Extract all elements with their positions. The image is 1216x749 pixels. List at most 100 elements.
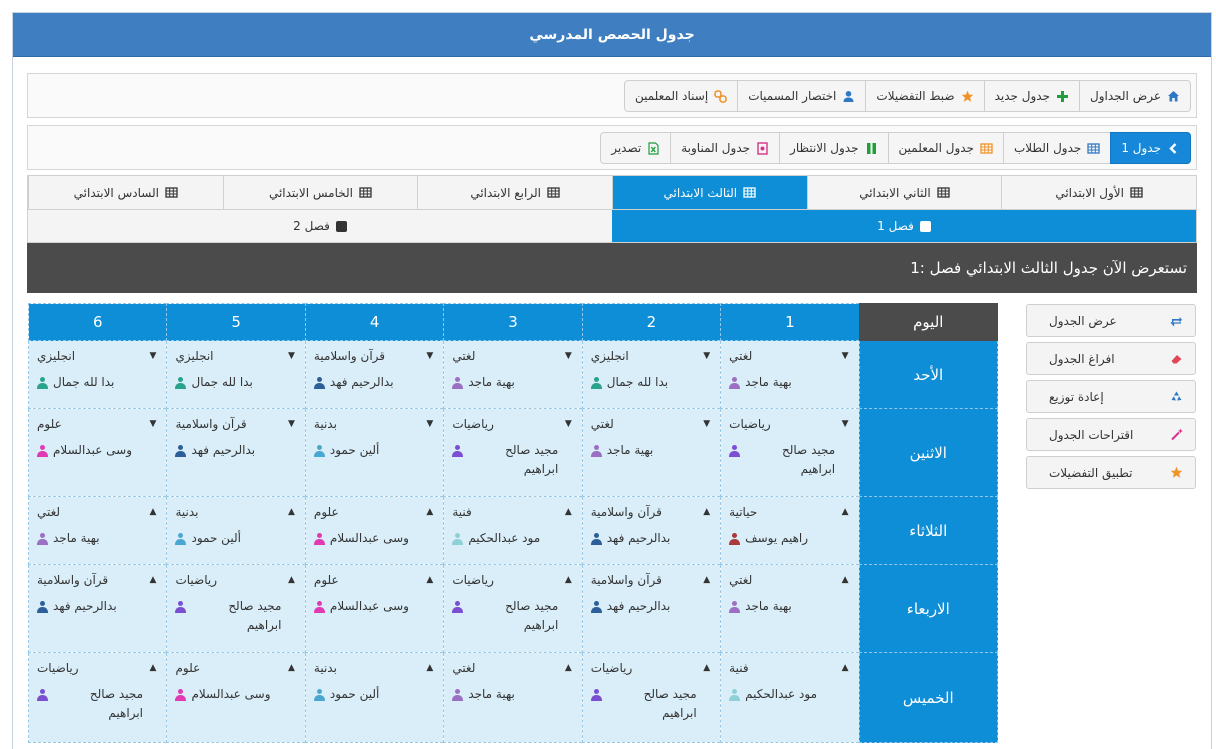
tab-grade-3[interactable]: الثالث الابتدائي — [611, 176, 807, 209]
lesson-cell[interactable]: قرآن واسلامية ▲ بدالرحيم فهد — [581, 564, 722, 653]
lesson-cell[interactable]: لغتي ▼ بهية ماجد — [581, 408, 722, 497]
abbreviate-names-button[interactable]: اختصار المسميات — [737, 80, 867, 112]
tab-class-1[interactable]: فصل 1 — [612, 210, 1196, 242]
assign-teachers-button[interactable]: إسناد المعلمين — [623, 80, 739, 112]
teachers-schedule-button[interactable]: جدول المعلمين — [887, 132, 1004, 164]
duty-schedule-button[interactable]: جدول المناوبة — [670, 132, 781, 164]
tab-grade-6[interactable]: السادس الابتدائي — [27, 176, 223, 209]
caret-up-icon[interactable]: ▲ — [426, 575, 433, 585]
lesson-cell[interactable]: رياضيات ▲ مجيد صالح ابراهيم — [27, 652, 168, 743]
lesson-cell[interactable]: لغتي ▲ بهية ماجد — [720, 564, 860, 653]
lesson-cell[interactable]: علوم ▲ وسى عبدالسلام — [304, 564, 445, 653]
caret-up-icon[interactable]: ▲ — [150, 507, 157, 517]
caret-up-icon[interactable]: ▲ — [565, 575, 572, 585]
tab-grade-5[interactable]: الخامس الابتدائي — [222, 176, 418, 209]
teacher-name: مجيد صالح ابراهيم — [505, 599, 559, 632]
lesson-cell[interactable]: قرآن واسلامية ▲ بدالرحيم فهد — [581, 496, 722, 565]
export-button[interactable]: تصدير — [600, 132, 672, 164]
lesson-cell[interactable]: رياضيات ▲ مجيد صالح ابراهيم — [166, 564, 306, 653]
lesson-cell[interactable]: رياضيات ▲ مجيد صالح ابراهيم — [581, 652, 722, 743]
lesson-cell[interactable]: انجليزي ▼ بدا لله جمال — [27, 340, 168, 409]
schedule-suggestions-button[interactable]: اقتراحات الجدول — [1026, 418, 1196, 451]
caret-down-icon[interactable]: ▼ — [842, 351, 849, 361]
caret-down-icon[interactable]: ▼ — [426, 351, 433, 361]
caret-up-icon[interactable]: ▲ — [426, 663, 433, 673]
caret-down-icon[interactable]: ▼ — [703, 419, 710, 429]
caret-up-icon[interactable]: ▲ — [426, 507, 433, 517]
caret-down-icon[interactable]: ▼ — [288, 351, 295, 361]
schedule-1-button[interactable]: جدول 1 — [1110, 132, 1191, 164]
eraser-icon — [1170, 352, 1183, 365]
user-icon — [313, 445, 325, 457]
lesson-cell[interactable]: علوم ▲ وسى عبدالسلام — [304, 496, 445, 565]
clear-schedule-button[interactable]: افراغ الجدول — [1026, 342, 1196, 375]
redistribute-button[interactable]: إعادة توزيع — [1026, 380, 1196, 413]
new-schedule-button[interactable]: جدول جديد — [983, 80, 1080, 112]
lesson-cell[interactable]: علوم ▼ وسى عبدالسلام — [27, 408, 168, 497]
tab-grade-4[interactable]: الرابع الابتدائي — [417, 176, 612, 209]
caret-down-icon[interactable]: ▼ — [565, 419, 572, 429]
tab-grade-label: الثالث الابتدائي — [663, 185, 738, 200]
caret-down-icon[interactable]: ▼ — [842, 419, 849, 429]
tab-class-2[interactable]: فصل 2 — [28, 210, 612, 242]
students-schedule-button[interactable]: جدول الطلاب — [1002, 132, 1112, 164]
excel-file-icon — [647, 141, 660, 155]
caret-up-icon[interactable]: ▲ — [842, 663, 849, 673]
caret-up-icon[interactable]: ▲ — [703, 663, 710, 673]
lesson-cell[interactable]: فنية ▲ مود عبدالحكيم — [443, 496, 583, 565]
lesson-cell[interactable]: رياضيات ▼ مجيد صالح ابراهيم — [720, 408, 860, 497]
caret-down-icon[interactable]: ▼ — [703, 351, 710, 361]
caret-up-icon[interactable]: ▲ — [842, 575, 849, 585]
lesson-cell[interactable]: حياتية ▲ راهيم يوسف — [720, 496, 860, 565]
tab-grade-2[interactable]: الثاني الابتدائي — [806, 176, 1002, 209]
apply-preferences-button[interactable]: تطبيق التفضيلات — [1026, 456, 1196, 489]
lesson-cell[interactable]: بدنية ▲ ألين حمود — [304, 652, 445, 743]
caret-down-icon[interactable]: ▼ — [426, 419, 433, 429]
lesson-header: قرآن واسلامية ▲ — [591, 503, 710, 521]
view-schedules-button[interactable]: عرض الجداول — [1079, 80, 1191, 112]
lesson-header: رياضيات ▲ — [175, 571, 294, 589]
teacher-name: بدالرحيم فهد — [53, 599, 117, 613]
lesson-cell[interactable]: فنية ▲ مود عبدالحكيم — [720, 652, 860, 743]
lesson-cell[interactable]: انجليزي ▼ بدا لله جمال — [166, 340, 306, 409]
lesson-cell[interactable]: لغتي ▼ بهية ماجد — [720, 340, 860, 409]
lesson-cell[interactable]: لغتي ▲ بهية ماجد — [443, 652, 583, 743]
waiting-schedule-button[interactable]: جدول الانتظار — [779, 132, 889, 164]
caret-up-icon[interactable]: ▲ — [565, 507, 572, 517]
caret-up-icon[interactable]: ▲ — [703, 575, 710, 585]
caret-down-icon[interactable]: ▼ — [150, 419, 157, 429]
caret-up-icon[interactable]: ▲ — [150, 663, 157, 673]
lesson-cell[interactable]: لغتي ▼ بهية ماجد — [443, 340, 583, 409]
lesson-cell[interactable]: قرآن واسلامية ▲ بدالرحيم فهد — [27, 564, 168, 653]
lesson-cell[interactable]: انجليزي ▼ بدا لله جمال — [581, 340, 722, 409]
caret-up-icon[interactable]: ▲ — [703, 507, 710, 517]
tab-grade-1[interactable]: الأول الابتدائي — [1001, 176, 1196, 209]
teacher: بدالرحيم فهد — [175, 441, 294, 460]
lesson-cell[interactable]: علوم ▲ وسى عبدالسلام — [166, 652, 306, 743]
lesson-cell[interactable]: بدنية ▼ ألين حمود — [304, 408, 445, 497]
caret-down-icon[interactable]: ▼ — [150, 351, 157, 361]
lesson-cell[interactable]: قرآن واسلامية ▼ بدالرحيم فهد — [166, 408, 306, 497]
period-header-5: 5 — [166, 303, 306, 341]
caret-up-icon[interactable]: ▲ — [565, 663, 572, 673]
caret-up-icon[interactable]: ▲ — [288, 575, 295, 585]
tab-grade-label: السادس الابتدائي — [73, 185, 159, 200]
caret-down-icon[interactable]: ▼ — [288, 419, 295, 429]
show-schedule-button[interactable]: عرض الجدول — [1026, 304, 1196, 337]
show-schedule-label: عرض الجدول — [1049, 313, 1117, 328]
teacher: وسى عبدالسلام — [313, 597, 433, 616]
lesson-cell[interactable]: رياضيات ▼ مجيد صالح ابراهيم — [443, 408, 583, 497]
caret-down-icon[interactable]: ▼ — [565, 351, 572, 361]
lesson-cell[interactable]: بدنية ▲ ألين حمود — [166, 496, 306, 565]
caret-up-icon[interactable]: ▲ — [150, 575, 157, 585]
caret-up-icon[interactable]: ▲ — [288, 507, 295, 517]
table-icon — [1087, 142, 1100, 155]
period-header-4: 4 — [304, 303, 445, 341]
lesson-cell[interactable]: لغتي ▲ بهية ماجد — [27, 496, 168, 565]
caret-up-icon[interactable]: ▲ — [288, 663, 295, 673]
user-icon — [313, 377, 325, 389]
lesson-cell[interactable]: رياضيات ▲ مجيد صالح ابراهيم — [443, 564, 583, 653]
lesson-cell[interactable]: قرآن واسلامية ▼ بدالرحيم فهد — [304, 340, 445, 409]
set-preferences-button[interactable]: ضبط التفضيلات — [865, 80, 985, 112]
caret-up-icon[interactable]: ▲ — [842, 507, 849, 517]
